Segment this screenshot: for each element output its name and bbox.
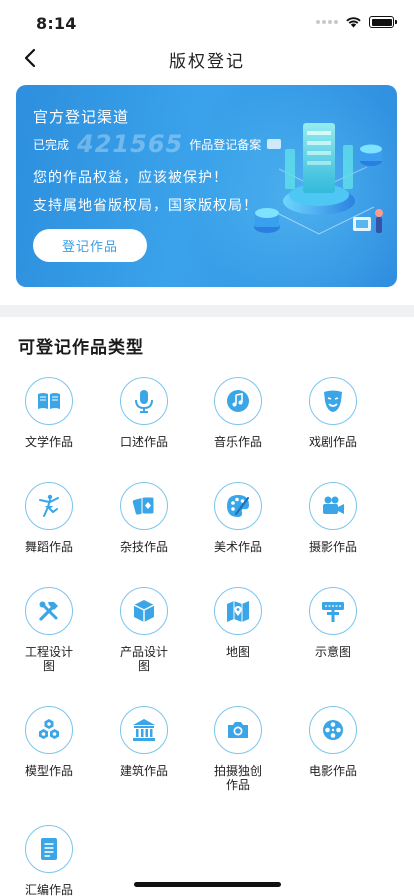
- video-camera-icon: [323, 496, 344, 514]
- work-type-label: 电影作品: [308, 764, 357, 778]
- work-type-acrobatics[interactable]: 杂技作品: [104, 482, 184, 554]
- status-bar: 8:14: [0, 0, 414, 44]
- registration-banner: 官方登记渠道 已完成 421565 作品登记备案 您的作品权益，应该被保护！ 支…: [16, 85, 397, 287]
- server-illustration-icon: [254, 123, 383, 235]
- wifi-icon: [346, 17, 361, 28]
- home-indicator: [134, 882, 281, 887]
- work-type-original-shooting[interactable]: 拍摄独创作品: [198, 706, 278, 792]
- work-type-fine-arts[interactable]: 美术作品: [198, 482, 278, 554]
- work-type-compilation[interactable]: 汇编作品: [9, 825, 89, 896]
- microphone-icon: [135, 390, 153, 413]
- map-icon: [227, 601, 249, 622]
- cellular-signal-icon: [316, 20, 338, 24]
- building-icon: [133, 719, 155, 741]
- navigation-bar: 版权登记: [0, 44, 414, 72]
- work-type-label: 舞蹈作品: [24, 540, 73, 554]
- work-type-label: 口述作品: [119, 435, 168, 449]
- work-type-label: 建筑作品: [119, 764, 168, 778]
- work-type-photography[interactable]: 摄影作品: [293, 482, 373, 554]
- work-type-label: 示意图: [314, 645, 351, 659]
- music-note-icon: [227, 390, 249, 412]
- section-divider: [0, 305, 414, 317]
- work-type-label: 戏剧作品: [308, 435, 357, 449]
- cube-icon: [133, 600, 155, 622]
- work-type-label: 产品设计图: [119, 645, 168, 673]
- playing-cards-icon: [132, 496, 155, 515]
- work-type-label: 汇编作品: [24, 883, 73, 896]
- work-type-label: 拍摄独创作品: [213, 764, 262, 792]
- register-work-button[interactable]: 登记作品: [33, 229, 147, 262]
- banner-title: 官方登记渠道: [33, 108, 130, 126]
- work-type-model[interactable]: 模型作品: [9, 706, 89, 778]
- work-type-architecture[interactable]: 建筑作品: [104, 706, 184, 778]
- work-type-dance[interactable]: 舞蹈作品: [9, 482, 89, 554]
- status-time: 8:14: [36, 14, 77, 33]
- hexagons-icon: [39, 719, 59, 739]
- work-type-label: 音乐作品: [213, 435, 262, 449]
- banner-slogan-1: 您的作品权益，应该被保护！: [33, 170, 228, 186]
- theater-mask-icon: [324, 390, 342, 412]
- work-type-literature[interactable]: 文学作品: [9, 377, 89, 449]
- work-type-label: 模型作品: [24, 764, 73, 778]
- work-type-label: 文学作品: [24, 435, 73, 449]
- banner-count-row: 已完成 421565 作品登记备案: [33, 130, 261, 158]
- book-icon: [38, 393, 60, 409]
- status-indicators: [316, 16, 397, 28]
- count-prefix: 已完成: [33, 137, 70, 152]
- work-type-label: 摄影作品: [308, 540, 357, 554]
- dancer-icon: [39, 494, 59, 517]
- work-type-oral[interactable]: 口述作品: [104, 377, 184, 449]
- work-type-label: 杂技作品: [119, 540, 168, 554]
- work-type-map[interactable]: 地图: [198, 587, 278, 659]
- signpost-icon: [322, 602, 344, 622]
- battery-icon: [369, 16, 397, 28]
- camera-icon: [228, 722, 248, 738]
- page-title: 版权登记: [169, 52, 245, 72]
- work-type-product-design[interactable]: 产品设计图: [104, 587, 184, 673]
- tools-icon: [39, 601, 58, 621]
- registration-count: 421565: [77, 130, 184, 158]
- banner-slogan-2: 支持属地省版权局，国家版权局！: [33, 198, 258, 214]
- work-type-label: 美术作品: [213, 540, 262, 554]
- document-icon: [41, 838, 57, 860]
- work-type-schematic[interactable]: 示意图: [293, 587, 373, 659]
- palette-icon: [227, 495, 249, 517]
- work-type-film[interactable]: 电影作品: [293, 706, 373, 778]
- work-type-music[interactable]: 音乐作品: [198, 377, 278, 449]
- film-reel-icon: [323, 720, 343, 740]
- work-type-label: 工程设计图: [24, 645, 73, 673]
- work-type-engineering-design[interactable]: 工程设计图: [9, 587, 89, 673]
- work-type-label: 地图: [225, 645, 250, 659]
- work-type-drama[interactable]: 戏剧作品: [293, 377, 373, 449]
- work-types-heading: 可登记作品类型: [18, 338, 144, 358]
